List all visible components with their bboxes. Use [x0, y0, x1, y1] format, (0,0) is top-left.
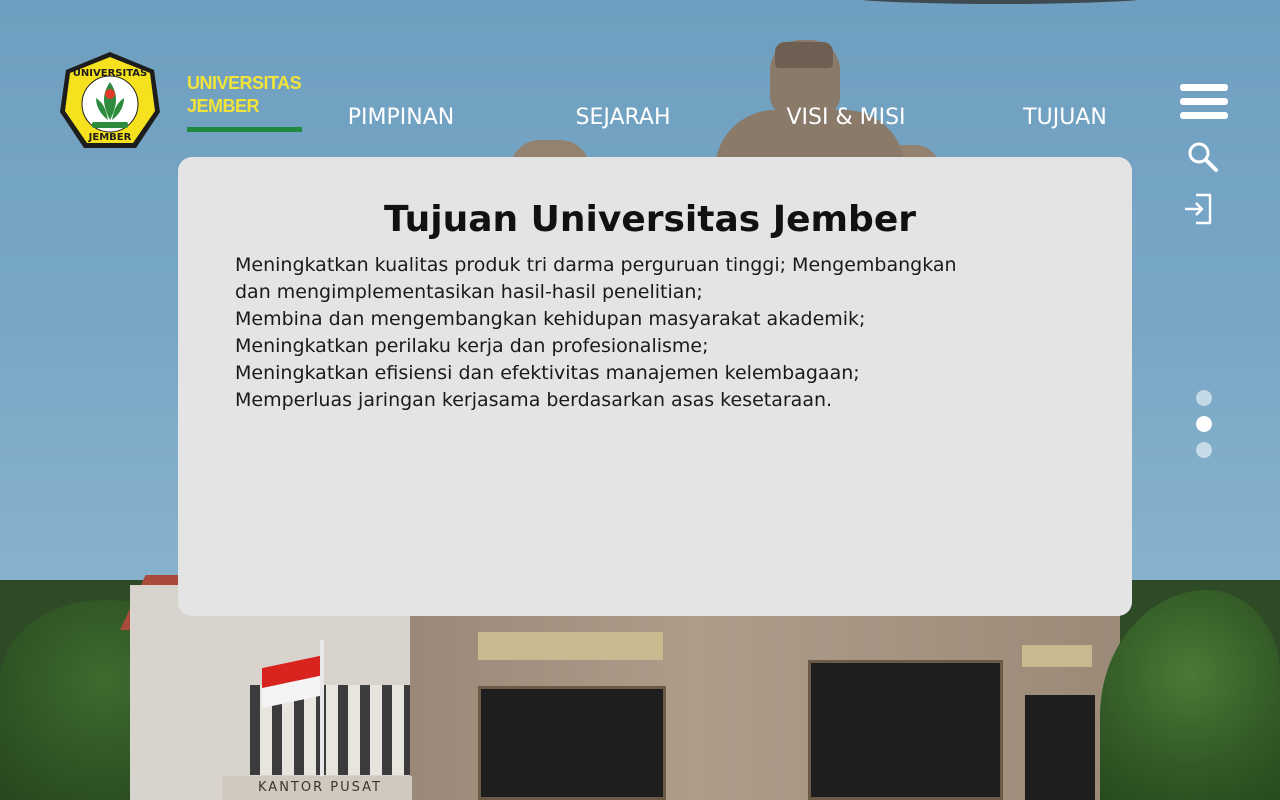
- menu-icon[interactable]: [1180, 84, 1228, 120]
- search-icon[interactable]: [1186, 140, 1220, 174]
- goal-item: Memperluas jaringan kerjasama berdasarka…: [235, 389, 833, 411]
- nav-item-sejarah[interactable]: SEJARAH: [565, 104, 681, 132]
- page-title: Tujuan Universitas Jember: [384, 199, 916, 240]
- page: KANTOR PUSAT UNIVERSITAS JEMBER UNIVERSI…: [0, 0, 1280, 800]
- background-plaque: [1025, 695, 1095, 800]
- background-shape: [840, 0, 1160, 4]
- pagination-dot-3[interactable]: [1196, 442, 1212, 458]
- nav-item-tujuan[interactable]: TUJUAN: [1012, 104, 1118, 132]
- nav-item-pimpinan[interactable]: PIMPINAN: [340, 104, 462, 132]
- nav-item-visi-misi[interactable]: VISI & MISI: [780, 104, 912, 132]
- logo-text-top: UNIVERSITAS: [73, 68, 147, 79]
- pagination-dot-1[interactable]: [1196, 390, 1212, 406]
- main-nav: PIMPINAN SEJARAH VISI & MISI TUJUAN: [0, 104, 1280, 134]
- login-icon[interactable]: [1182, 191, 1216, 227]
- background-plaque: [478, 632, 663, 660]
- background-plaque: [808, 660, 1003, 800]
- background-building-sign: KANTOR PUSAT: [222, 776, 412, 800]
- background-plaque: [1022, 645, 1092, 667]
- pagination-dot-2[interactable]: [1196, 416, 1212, 432]
- background-plaque: [478, 686, 666, 800]
- goal-item: Meningkatkan kualitas produk tri darma p…: [235, 254, 957, 303]
- goal-item: Meningkatkan perilaku kerja dan profesio…: [235, 335, 709, 357]
- goals-list: Meningkatkan kualitas produk tri darma p…: [235, 252, 995, 414]
- background-statue: [775, 42, 833, 68]
- slide-pagination: [1196, 390, 1212, 468]
- university-logo[interactable]: UNIVERSITAS JEMBER: [56, 50, 164, 156]
- goal-item: Membina dan mengembangkan kehidupan masy…: [235, 308, 866, 330]
- goal-item: Meningkatkan efisiensi dan efektivitas m…: [235, 362, 860, 384]
